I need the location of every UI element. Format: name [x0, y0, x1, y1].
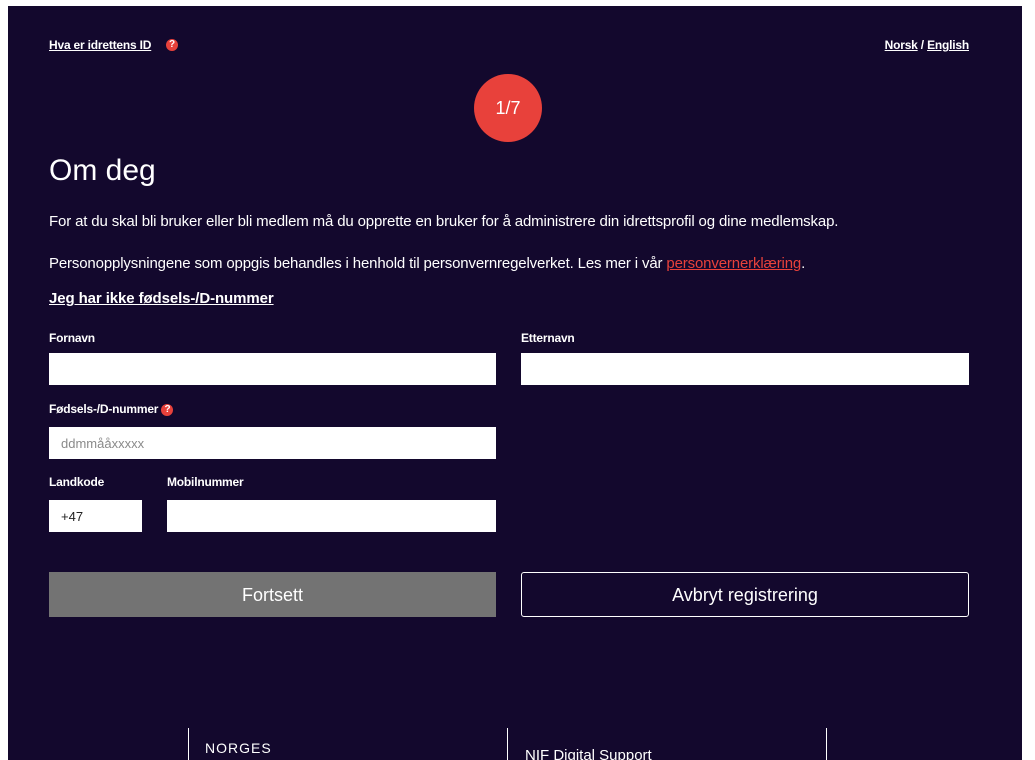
- footer-support-title: NIF Digital Support: [525, 747, 652, 760]
- footer-divider: [826, 728, 827, 760]
- country-code-input[interactable]: [49, 500, 142, 532]
- about-idrettens-id-link[interactable]: Hva er idrettens ID: [49, 38, 151, 52]
- page-title: Om deg: [49, 154, 156, 187]
- last-name-label: Etternavn: [521, 331, 575, 345]
- first-name-label: Fornavn: [49, 331, 95, 345]
- birth-number-label: Fødsels-/D-nummer ?: [49, 402, 174, 416]
- footer-divider: [507, 728, 508, 760]
- step-indicator: 1/7: [474, 74, 542, 142]
- privacy-policy-link[interactable]: personvernerklæring: [666, 255, 801, 272]
- country-code-label: Landkode: [49, 475, 105, 489]
- mobile-number-input[interactable]: [167, 500, 496, 532]
- about-link-label: Hva er idrettens ID: [49, 38, 152, 52]
- birth-number-label-text: Fødsels-/D-nummer: [49, 402, 159, 416]
- privacy-suffix: .: [801, 255, 806, 272]
- footer-org-logo-text: NORGES: [205, 740, 272, 756]
- first-name-input[interactable]: [49, 353, 496, 385]
- privacy-text: Personopplysningene som oppgis behandles…: [49, 255, 667, 272]
- cancel-registration-button[interactable]: Avbryt registrering: [521, 572, 969, 617]
- continue-button[interactable]: Fortsett: [49, 572, 496, 617]
- question-circle-icon[interactable]: ?: [166, 39, 178, 51]
- language-switcher: Norsk / English: [885, 38, 970, 52]
- question-circle-icon[interactable]: ?: [161, 403, 174, 416]
- mobile-number-label: Mobilnummer: [167, 475, 244, 489]
- language-separator: /: [917, 38, 928, 52]
- language-norsk-link[interactable]: Norsk: [885, 38, 918, 52]
- intro-text: For at du skal bli bruker eller bli medl…: [49, 213, 839, 230]
- registration-page: Hva er idrettens ID ? Norsk / English 1/…: [8, 6, 1022, 760]
- language-english-link[interactable]: English: [927, 38, 969, 52]
- no-birth-number-link[interactable]: Jeg har ikke fødsels-/D-nummer: [49, 290, 274, 307]
- privacy-notice: Personopplysningene som oppgis behandles…: [49, 255, 805, 272]
- birth-number-input[interactable]: [49, 427, 496, 459]
- footer-divider: [188, 728, 189, 760]
- last-name-input[interactable]: [521, 353, 969, 385]
